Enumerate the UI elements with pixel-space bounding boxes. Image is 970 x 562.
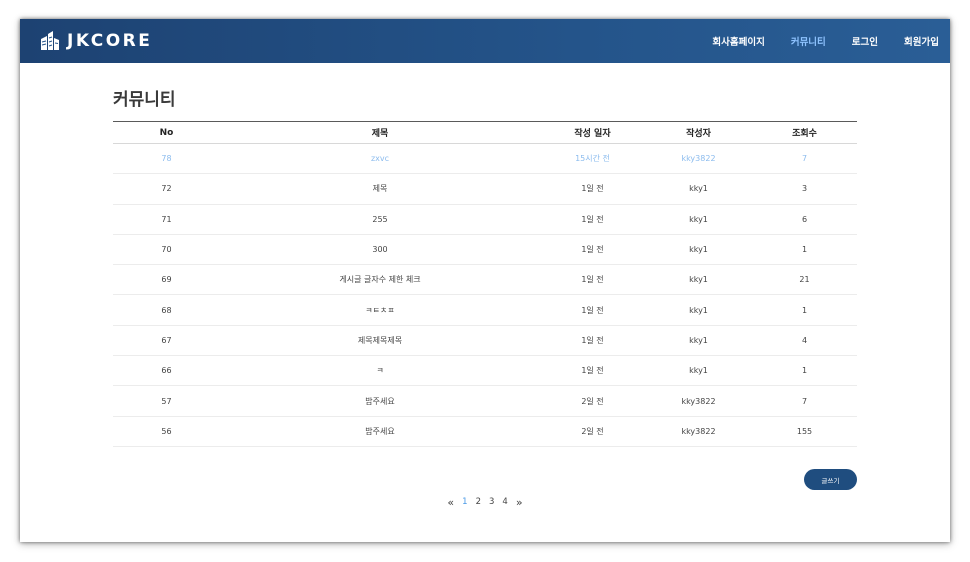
post-author: kky1 (645, 204, 752, 235)
brand-name: JKCORE (67, 31, 153, 51)
next-page-icon[interactable]: » (516, 496, 523, 509)
post-title[interactable]: 밥주세요 (220, 385, 540, 417)
prev-page-icon[interactable]: « (447, 496, 454, 509)
post-date: 2일 전 (540, 385, 645, 417)
post-date: 1일 전 (540, 204, 645, 235)
post-date: 15시간 전 (540, 143, 645, 175)
post-author: kky1 (645, 355, 752, 387)
page-title: 커뮤니티 (113, 90, 176, 110)
nav-item-login[interactable]: 로그인 (852, 34, 878, 48)
post-author: kky3822 (645, 143, 752, 175)
post-date: 1일 전 (540, 234, 645, 266)
column-header-no: No (159, 127, 174, 138)
post-views: 7 (752, 143, 857, 175)
table-row[interactable]: 71 255 1일 전 kky1 6 (113, 204, 857, 235)
post-number: 69 (113, 264, 220, 296)
post-number: 67 (113, 325, 220, 357)
column-header-views: 조회수 (792, 129, 817, 139)
page-link-4[interactable]: 4 (502, 497, 507, 507)
post-number: 70 (113, 234, 220, 266)
table-row[interactable]: 67 제목제목제목 1일 전 kky1 4 (113, 325, 857, 357)
building-logo-icon (41, 31, 59, 50)
column-header-date: 작성 일자 (574, 129, 611, 139)
pagination: « 1 2 3 4 » (113, 495, 857, 509)
post-author: kky1 (645, 234, 752, 266)
page-link-1[interactable]: 1 (462, 497, 467, 507)
post-title[interactable]: 255 (220, 204, 540, 235)
post-views: 3 (752, 173, 857, 205)
main-nav: 회사홈페이지 커뮤니티 로그인 회원가입 (686, 19, 939, 63)
post-title[interactable]: 300 (220, 234, 540, 266)
page-link-3[interactable]: 3 (489, 497, 494, 507)
brand-logo[interactable]: JKCORE (39, 29, 152, 53)
post-author: kky1 (645, 325, 752, 357)
post-date: 2일 전 (540, 416, 645, 447)
table-row[interactable]: 69 게시글 글자수 제한 체크 1일 전 kky1 21 (113, 264, 857, 296)
post-views: 155 (752, 416, 857, 447)
post-number: 66 (113, 355, 220, 387)
post-title[interactable]: ㅋㅌㅊㅍ (220, 294, 540, 326)
post-title[interactable]: zxvc (220, 143, 540, 175)
table-row[interactable]: 57 밥주세요 2일 전 kky3822 7 (113, 385, 857, 417)
column-header-author: 작성자 (686, 129, 711, 139)
post-views: 1 (752, 355, 857, 387)
table-header-row: No 제목 작성 일자 작성자 조회수 (113, 121, 857, 144)
post-author: kky3822 (645, 416, 752, 447)
post-views: 21 (752, 264, 857, 296)
table-row[interactable]: 56 밥주세요 2일 전 kky3822 155 (113, 416, 857, 447)
page-link-2[interactable]: 2 (476, 497, 481, 507)
post-date: 1일 전 (540, 355, 645, 387)
post-number: 57 (113, 385, 220, 417)
table-row[interactable]: 78 zxvc 15시간 전 kky3822 7 (113, 143, 857, 175)
table-row[interactable]: 72 제목 1일 전 kky1 3 (113, 173, 857, 205)
post-author: kky1 (645, 264, 752, 296)
table-row[interactable]: 66 ㅋ 1일 전 kky1 1 (113, 355, 857, 387)
post-views: 1 (752, 234, 857, 266)
post-title[interactable]: ㅋ (220, 355, 540, 387)
nav-item-signup[interactable]: 회원가입 (904, 34, 939, 48)
post-author: kky3822 (645, 385, 752, 417)
post-title[interactable]: 제목 (220, 173, 540, 205)
post-title[interactable]: 게시글 글자수 제한 체크 (220, 264, 540, 296)
post-date: 1일 전 (540, 325, 645, 357)
table-row[interactable]: 70 300 1일 전 kky1 1 (113, 234, 857, 266)
post-number: 78 (113, 143, 220, 175)
post-views: 7 (752, 385, 857, 417)
nav-item-company-home[interactable]: 회사홈페이지 (712, 34, 764, 48)
post-table: No 제목 작성 일자 작성자 조회수 78 zxvc 15시간 전 kky3822 7… (113, 121, 857, 447)
post-number: 71 (113, 204, 220, 235)
post-number: 72 (113, 173, 220, 205)
post-title[interactable]: 제목제목제목 (220, 325, 540, 357)
post-title[interactable]: 밥주세요 (220, 416, 540, 447)
post-number: 56 (113, 416, 220, 447)
post-date: 1일 전 (540, 294, 645, 326)
post-author: kky1 (645, 294, 752, 326)
top-header: JKCORE 회사홈페이지 커뮤니티 로그인 회원가입 (20, 19, 950, 63)
post-views: 1 (752, 294, 857, 326)
nav-item-community[interactable]: 커뮤니티 (791, 34, 826, 48)
table-row[interactable]: 68 ㅋㅌㅊㅍ 1일 전 kky1 1 (113, 294, 857, 326)
post-date: 1일 전 (540, 173, 645, 205)
app-window: JKCORE 회사홈페이지 커뮤니티 로그인 회원가입 커뮤니티 No 제목 작… (20, 19, 950, 542)
write-post-button[interactable]: 글쓰기 (804, 469, 857, 490)
post-number: 68 (113, 294, 220, 326)
post-date: 1일 전 (540, 264, 645, 296)
post-views: 6 (752, 204, 857, 235)
post-author: kky1 (645, 173, 752, 205)
column-header-title: 제목 (371, 129, 389, 139)
post-views: 4 (752, 325, 857, 357)
